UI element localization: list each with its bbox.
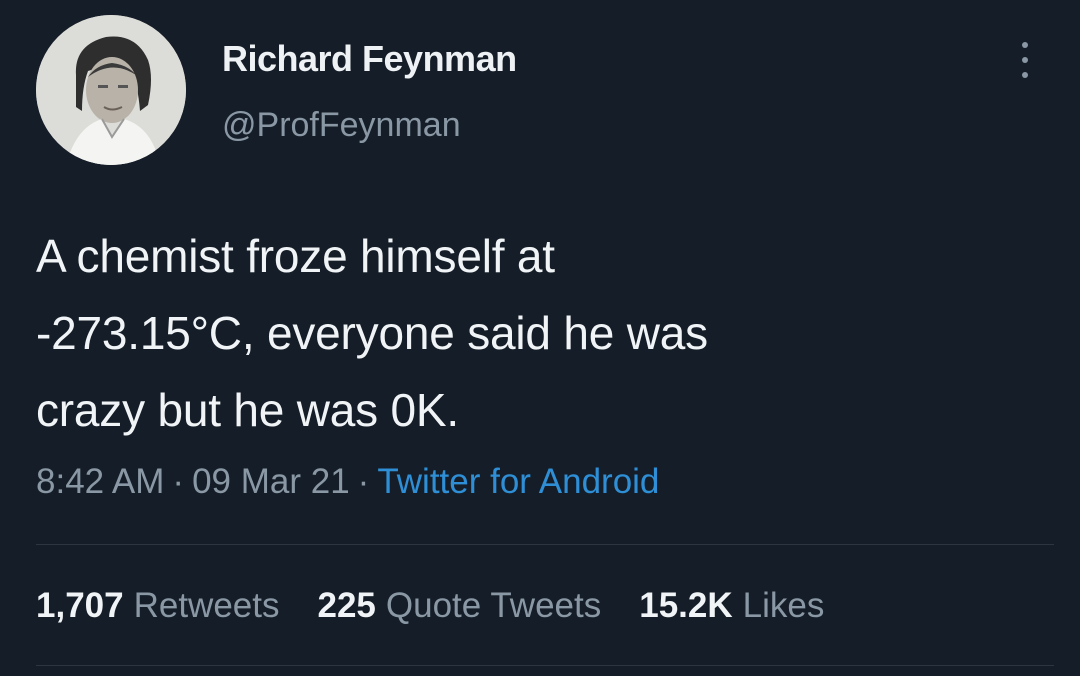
dot: [1022, 72, 1028, 78]
separator: ·: [172, 462, 185, 501]
tweet-text-line: A chemist froze himself at: [36, 230, 555, 282]
author-name[interactable]: Richard Feynman: [222, 38, 517, 80]
stat-value: 225: [317, 586, 376, 625]
stat-value: 1,707: [36, 586, 124, 625]
divider: [36, 665, 1054, 666]
likes-count[interactable]: 15.2K Likes: [639, 586, 824, 626]
tweet-stats: 1,707 Retweets 225 Quote Tweets 15.2K Likes: [36, 586, 862, 626]
tweet-text: A chemist froze himself at -273.15°C, ev…: [36, 218, 1036, 449]
profile-photo-icon: [36, 15, 186, 165]
dot: [1022, 42, 1028, 48]
divider: [36, 544, 1054, 545]
tweet-time[interactable]: 8:42 AM: [36, 462, 164, 501]
stat-value: 15.2K: [639, 586, 733, 625]
tweet-text-line: crazy but he was 0K.: [36, 384, 459, 436]
tweet-text-line: -273.15°C, everyone said he was: [36, 307, 708, 359]
tweet-source-link[interactable]: Twitter for Android: [377, 462, 659, 501]
tweet-date[interactable]: 09 Mar 21: [192, 462, 350, 501]
author-handle[interactable]: @ProfFeynman: [222, 106, 461, 145]
avatar[interactable]: [36, 15, 186, 165]
stat-label: Retweets: [133, 586, 280, 625]
dot: [1022, 57, 1028, 63]
quote-tweets-count[interactable]: 225 Quote Tweets: [318, 586, 602, 626]
tweet-metadata: 8:42 AM · 09 Mar 21 · Twitter for Android: [36, 462, 659, 502]
stat-label: Quote Tweets: [385, 586, 602, 625]
more-vertical-icon[interactable]: [1008, 42, 1042, 78]
retweets-count[interactable]: 1,707 Retweets: [36, 586, 280, 626]
separator: ·: [357, 462, 370, 501]
stat-label: Likes: [742, 586, 825, 625]
